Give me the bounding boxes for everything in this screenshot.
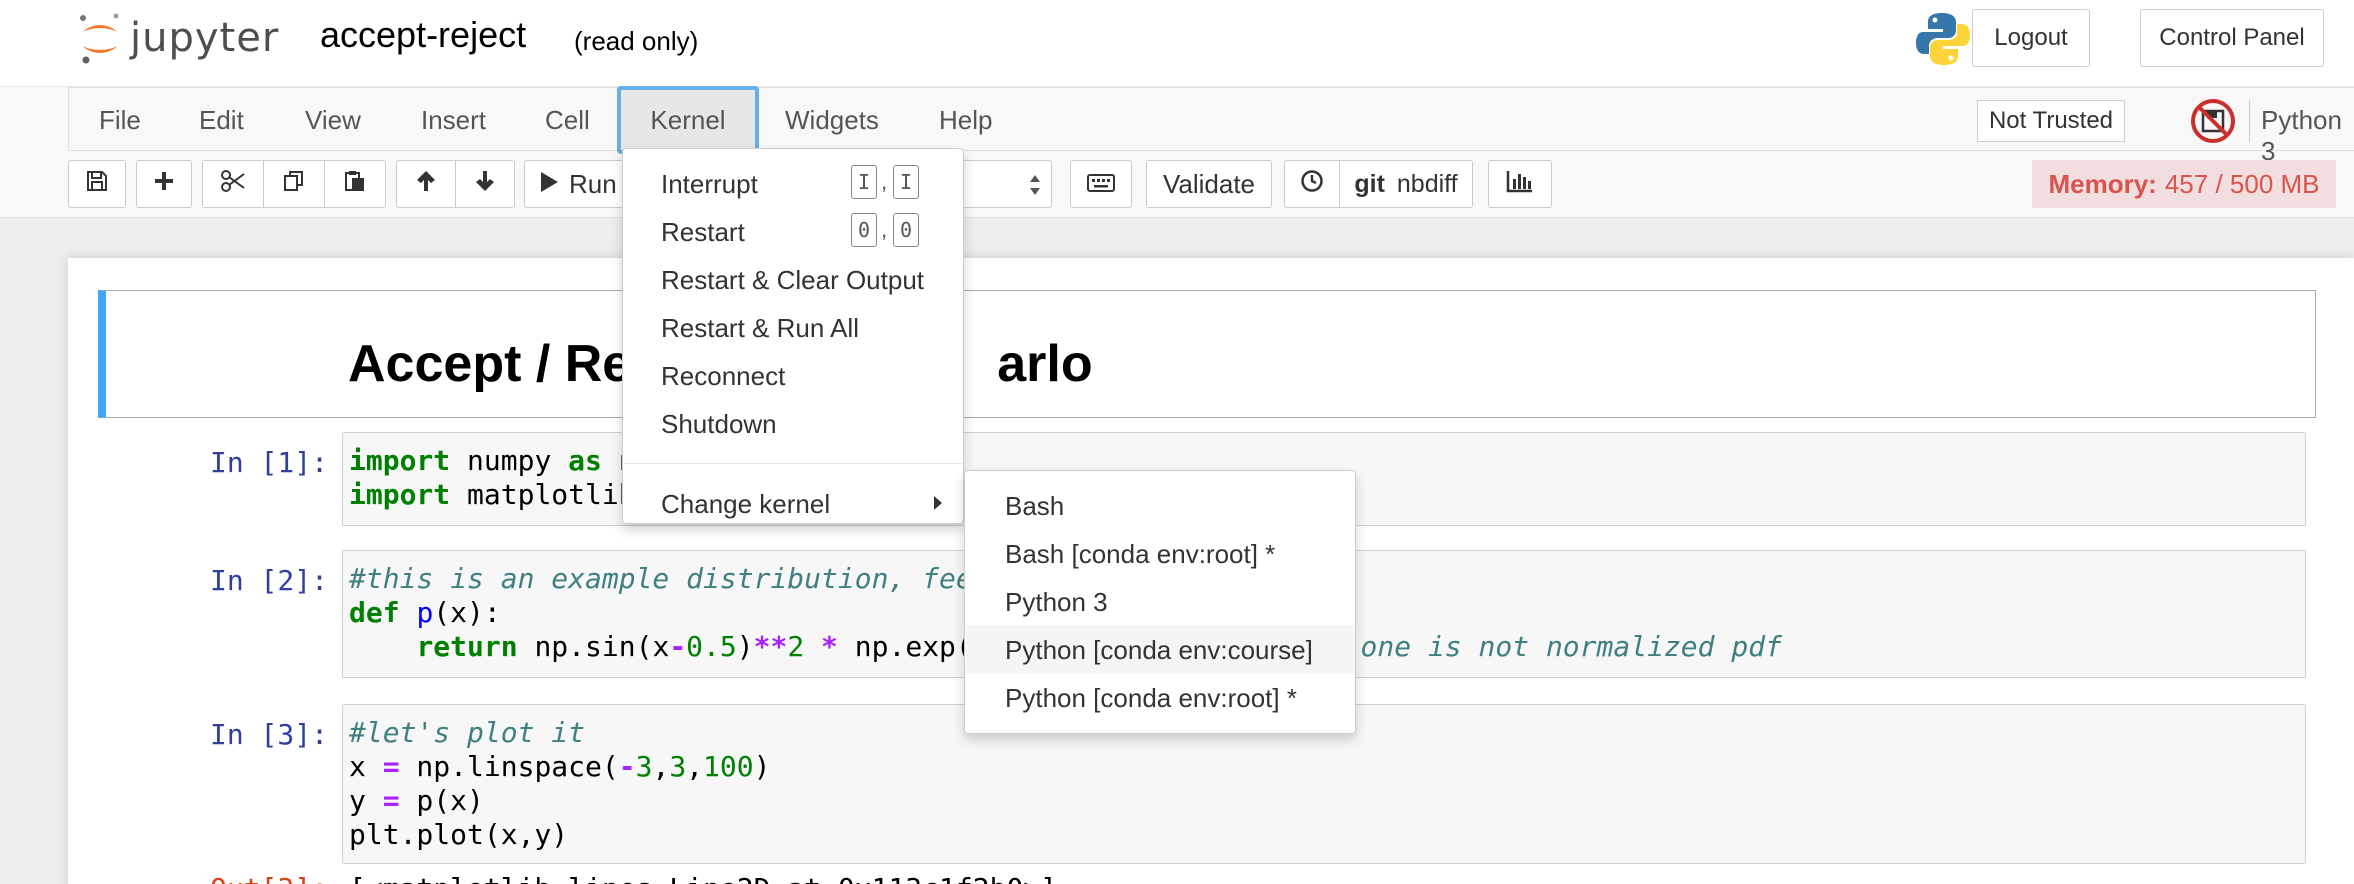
menu-view[interactable]: View [305, 88, 361, 152]
cell-prompt: In [3]: [209, 718, 328, 751]
move-down-button[interactable] [455, 160, 515, 208]
kernel-dropdown-menu: Interrupt I , I Restart 0 , 0 Restart & … [622, 148, 964, 524]
keyboard-icon [1087, 169, 1115, 200]
keyboard-shortcuts-button[interactable] [1070, 160, 1132, 208]
memory-usage-indicator: Memory: 457 / 500 MB [2032, 160, 2336, 208]
shortcut-key: I [893, 165, 919, 199]
memory-value: 457 / 500 MB [2164, 168, 2320, 199]
git-nbdiff-button[interactable]: git nbdiff [1339, 160, 1473, 208]
change-kernel-submenu: Bash Bash [conda env:root] * Python 3 Py… [964, 470, 1356, 734]
save-button[interactable] [68, 160, 126, 208]
arrow-down-icon [473, 169, 497, 200]
code-cell-source: #let's plot it x = np.linspace(-3,3,100)… [349, 716, 771, 851]
menu-item-change-kernel[interactable]: Change kernel [661, 489, 830, 520]
plus-icon [152, 169, 176, 200]
copy-icon [282, 169, 306, 200]
menu-edit[interactable]: Edit [199, 88, 244, 152]
shortcut-separator: , [881, 169, 888, 194]
kernel-option-python3[interactable]: Python 3 [1005, 587, 1108, 618]
menu-cell[interactable]: Cell [545, 88, 590, 152]
kernel-option-python-conda-root[interactable]: Python [conda env:root] * [1005, 683, 1297, 714]
move-up-button[interactable] [396, 160, 456, 208]
insert-cell-button[interactable] [136, 160, 192, 208]
resource-usage-button[interactable] [1488, 160, 1552, 208]
paste-button[interactable] [324, 160, 386, 208]
notebook-title[interactable]: accept-reject [320, 14, 526, 56]
output-text: [<matplotlib.lines.Line2D at 0x113c1f2b0… [349, 872, 1057, 884]
arrow-up-icon [414, 169, 438, 200]
shortcut-separator: , [881, 217, 888, 242]
notebook-header: jupyter accept-reject (read only) Logout… [0, 0, 2354, 86]
bar-chart-icon [1506, 169, 1534, 200]
shortcut-key: 0 [893, 213, 919, 247]
select-arrows-icon [1029, 173, 1041, 202]
jupyter-logo-text: jupyter [130, 15, 280, 61]
jupyter-logo[interactable]: jupyter [78, 10, 279, 66]
cell-prompt: In [1]: [209, 446, 328, 479]
menu-item-interrupt[interactable]: Interrupt [661, 169, 758, 200]
nbdiff-label: nbdiff [1396, 169, 1458, 198]
menu-item-restart[interactable]: Restart [661, 217, 745, 248]
cut-button[interactable] [202, 160, 264, 208]
logout-button[interactable]: Logout [1972, 9, 2090, 67]
history-button[interactable] [1284, 160, 1340, 208]
validate-button[interactable]: Validate [1146, 160, 1272, 208]
kernel-option-bash[interactable]: Bash [1005, 491, 1064, 522]
play-icon [539, 169, 559, 200]
menu-item-shutdown[interactable]: Shutdown [661, 409, 777, 440]
shortcut-key: 0 [851, 213, 877, 247]
git-label: git [1354, 169, 1385, 198]
caret-right-icon [933, 495, 943, 516]
kernel-readonly-icon [2189, 97, 2237, 150]
paste-icon [343, 169, 367, 200]
kernel-option-python-conda-course[interactable]: Python [conda env:course] [1005, 635, 1313, 666]
shortcut-key: I [851, 165, 877, 199]
menu-help[interactable]: Help [939, 88, 992, 152]
menu-item-reconnect[interactable]: Reconnect [661, 361, 785, 392]
clock-icon [1300, 169, 1324, 200]
kernel-name: Python 3 [2261, 105, 2342, 166]
menu-divider [623, 463, 963, 464]
scissors-icon [220, 168, 246, 201]
jupyter-logo-icon [78, 12, 122, 64]
not-trusted-button[interactable]: Not Trusted [1977, 100, 2125, 142]
save-icon [85, 169, 109, 200]
menu-item-restart-clear-output[interactable]: Restart & Clear Output [661, 265, 924, 296]
memory-label: Memory: [2048, 168, 2157, 199]
menu-insert[interactable]: Insert [421, 88, 486, 152]
control-panel-button[interactable]: Control Panel [2140, 9, 2324, 67]
menu-widgets[interactable]: Widgets [785, 88, 879, 152]
run-label: Run [569, 168, 617, 199]
run-button[interactable]: Run [524, 160, 624, 208]
copy-button[interactable] [263, 160, 325, 208]
python-logo-icon [1914, 10, 1972, 73]
menu-file[interactable]: File [99, 88, 141, 152]
cell-prompt: In [2]: [209, 564, 328, 597]
output-prompt: Out[3]: [138, 872, 328, 884]
menu-item-restart-run-all[interactable]: Restart & Run All [661, 313, 859, 344]
menubar: File Edit View Insert Cell Kernel Widget… [68, 86, 2354, 166]
kernel-separator [2249, 100, 2250, 142]
menu-kernel[interactable]: Kernel [617, 86, 759, 154]
readonly-indicator: (read only) [574, 26, 699, 56]
kernel-option-bash-conda-root[interactable]: Bash [conda env:root] * [1005, 539, 1275, 570]
